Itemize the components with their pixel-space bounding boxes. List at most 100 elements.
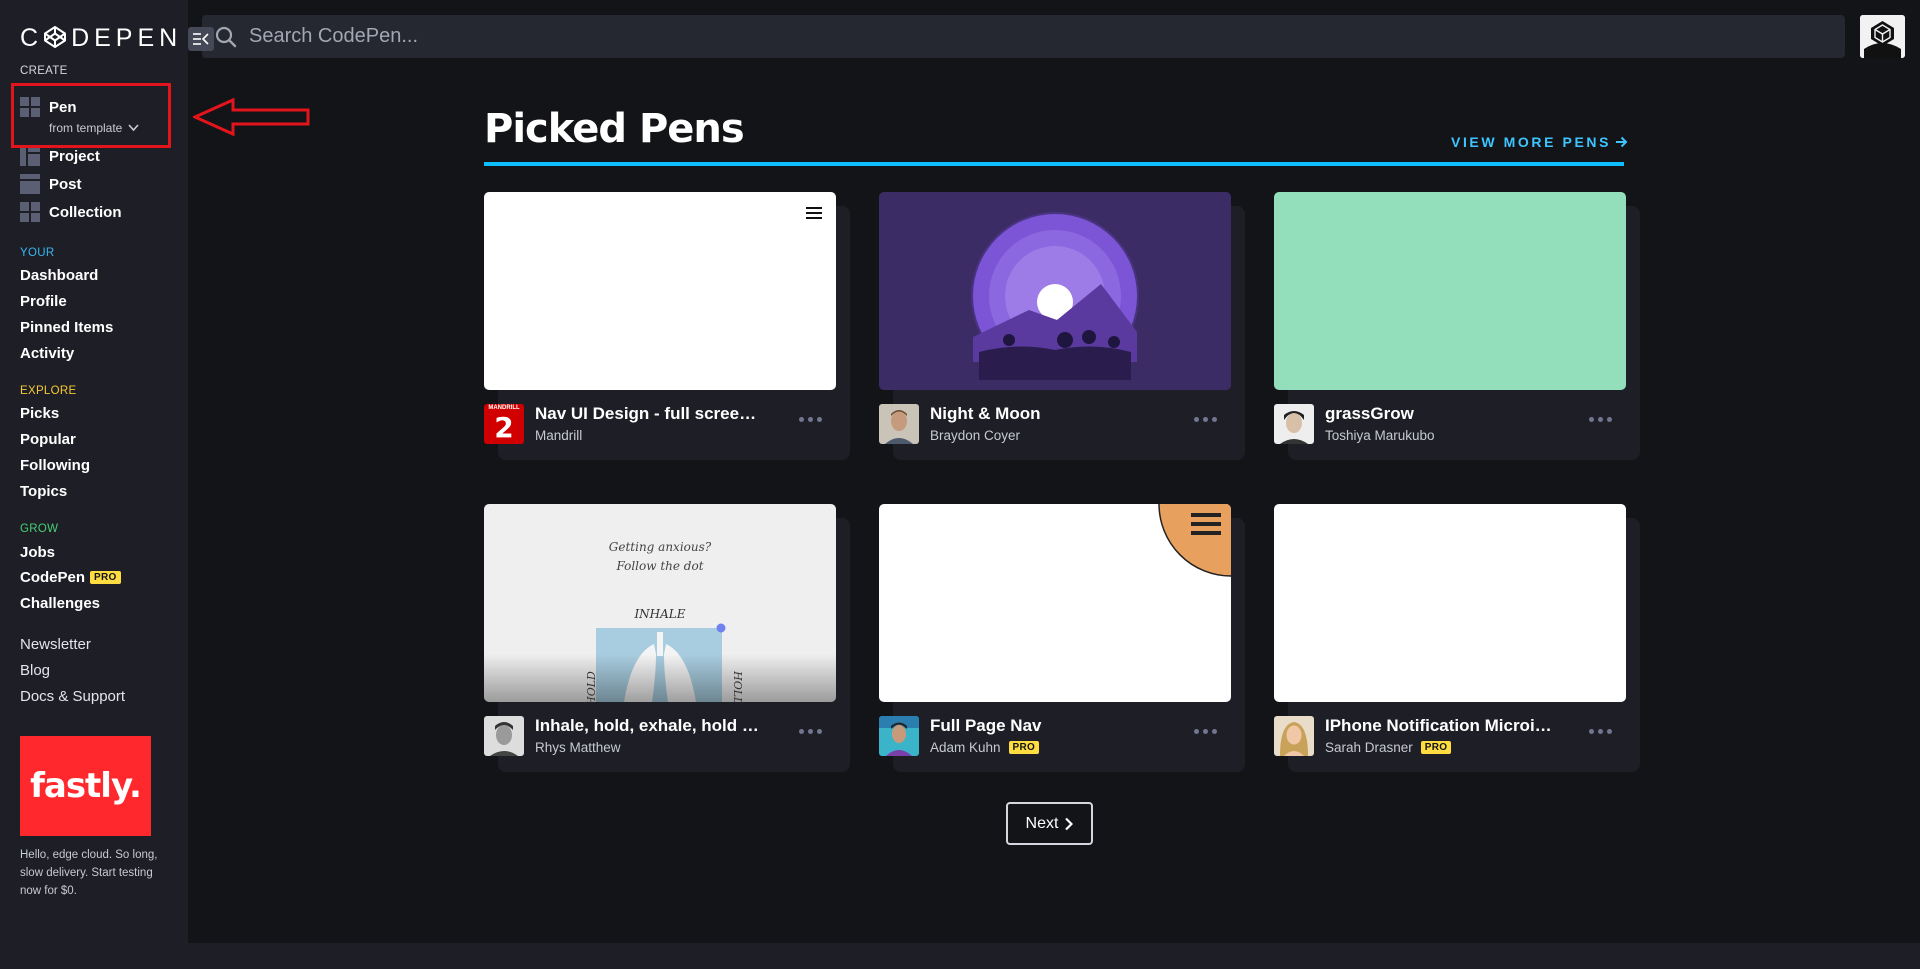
ad-text[interactable]: Hello, edge cloud. So long, slow deliver… — [20, 846, 165, 900]
author-avatar[interactable] — [879, 716, 919, 756]
dot — [1194, 416, 1199, 422]
author-photo-icon — [879, 404, 919, 444]
more-options-button[interactable] — [799, 726, 825, 736]
chevron-right-icon — [1065, 817, 1074, 830]
sidebar-item-profile[interactable]: Profile — [20, 293, 67, 310]
hamburger-menu-icon — [806, 207, 822, 219]
more-options-button[interactable] — [1194, 414, 1220, 424]
author-name[interactable]: Sarah Drasner — [1325, 740, 1413, 755]
pen-title[interactable]: grassGrow — [1325, 404, 1555, 424]
pen-title[interactable]: Full Page Nav — [930, 716, 1160, 736]
more-options-button[interactable] — [1589, 726, 1615, 736]
title-underline — [484, 162, 1624, 166]
dot — [1212, 416, 1217, 422]
search-bar[interactable] — [202, 15, 1845, 58]
pen-preview[interactable] — [879, 504, 1231, 702]
user-avatar[interactable] — [1860, 15, 1905, 58]
pen-card[interactable]: IPhone Notification Microin... Sarah Dra… — [1274, 504, 1640, 772]
pen-preview[interactable]: Getting anxious? Follow the dot INHALE H… — [484, 504, 836, 702]
author-photo-icon — [484, 716, 524, 756]
pen-author[interactable]: Rhys Matthew — [535, 740, 621, 755]
author-photo-icon — [1274, 404, 1314, 444]
sidebar-item-pinned-items[interactable]: Pinned Items — [20, 319, 113, 336]
author-name[interactable]: Adam Kuhn — [930, 740, 1001, 755]
dot — [799, 416, 804, 422]
sidebar-item-popular[interactable]: Popular — [20, 431, 76, 448]
dot — [1598, 728, 1603, 734]
pen-card[interactable]: Full Page Nav Adam Kuhn PRO — [879, 504, 1245, 772]
explore-section-label: EXPLORE — [20, 385, 77, 397]
pen-title[interactable]: IPhone Notification Microin... — [1325, 716, 1555, 736]
search-icon — [215, 26, 237, 47]
more-options-button[interactable] — [1589, 414, 1615, 424]
dot — [1203, 416, 1208, 422]
next-page-button[interactable]: Next — [1006, 802, 1093, 845]
collapse-sidebar-icon — [193, 33, 209, 45]
pen-title[interactable]: Inhale, hold, exhale, hold an... — [535, 716, 765, 736]
user-avatar-icon — [1860, 15, 1905, 58]
sidebar-item-post[interactable]: Post — [20, 173, 82, 195]
pro-badge: PRO — [1008, 741, 1040, 754]
logo-text-rest: DEPEN — [71, 24, 183, 52]
author-photo-icon — [879, 716, 919, 756]
pen-card[interactable]: MANDRILL 2 Nav UI Design - full screen v… — [484, 192, 850, 460]
breathing-lungs-illustration — [484, 623, 836, 702]
sidebar-item-collection[interactable]: Collection — [20, 201, 122, 223]
sidebar-item-dashboard[interactable]: Dashboard — [20, 267, 98, 284]
pen-preview[interactable] — [484, 192, 836, 390]
pen-author[interactable]: Braydon Coyer — [930, 428, 1020, 443]
post-icon — [20, 174, 40, 194]
fastly-ad-logo[interactable]: fastly. — [20, 736, 151, 836]
project-icon — [20, 146, 40, 166]
your-section-label: YOUR — [20, 247, 55, 259]
sidebar-item-newsletter[interactable]: Newsletter — [20, 636, 91, 653]
sidebar-item-challenges[interactable]: Challenges — [20, 595, 100, 612]
pen-author[interactable]: Toshiya Marukubo — [1325, 428, 1435, 443]
collapse-sidebar-button[interactable] — [188, 27, 214, 51]
more-options-button[interactable] — [799, 414, 825, 424]
dot — [799, 728, 804, 734]
sidebar-item-following[interactable]: Following — [20, 457, 90, 474]
sidebar-item-project[interactable]: Project — [20, 145, 100, 167]
dot — [808, 728, 813, 734]
sidebar-item-picks[interactable]: Picks — [20, 405, 59, 422]
pen-preview[interactable] — [1274, 504, 1626, 702]
pen-title[interactable]: Nav UI Design - full screen v... — [535, 404, 765, 424]
codepen-logo[interactable]: C DEPEN — [20, 24, 182, 53]
pen-preview[interactable] — [1274, 192, 1626, 390]
sidebar-item-blog[interactable]: Blog — [20, 662, 50, 679]
pen-card[interactable]: Night & Moon Braydon Coyer — [879, 192, 1245, 460]
dot — [1212, 728, 1217, 734]
author-avatar[interactable]: MANDRILL 2 — [484, 404, 524, 444]
dot — [1194, 728, 1199, 734]
pen-card[interactable]: grassGrow Toshiya Marukubo — [1274, 192, 1640, 460]
author-avatar[interactable] — [879, 404, 919, 444]
pen-card[interactable]: Getting anxious? Follow the dot INHALE H… — [484, 504, 850, 772]
more-options-button[interactable] — [1194, 726, 1220, 736]
search-input[interactable] — [249, 25, 1749, 48]
page-title: Picked Pens — [484, 106, 745, 152]
sidebar-item-topics[interactable]: Topics — [20, 483, 67, 500]
author-avatar[interactable] — [1274, 404, 1314, 444]
sidebar-item-activity[interactable]: Activity — [20, 345, 74, 362]
pro-badge: PRO — [90, 571, 121, 584]
author-avatar[interactable] — [484, 716, 524, 756]
pen-preview[interactable] — [879, 192, 1231, 390]
sidebar-item-docs-support[interactable]: Docs & Support — [20, 688, 125, 705]
pen-title[interactable]: Night & Moon — [930, 404, 1160, 424]
pro-badge: PRO — [1420, 741, 1452, 754]
author-avatar[interactable] — [1274, 716, 1314, 756]
pen-author: Sarah Drasner PRO — [1325, 740, 1452, 755]
view-more-label: VIEW MORE PENS — [1451, 134, 1612, 150]
dot — [1598, 416, 1603, 422]
sidebar-item-jobs[interactable]: Jobs — [20, 544, 55, 561]
sidebar-item-label: CodePen — [20, 569, 86, 586]
dot — [1589, 416, 1594, 422]
pen-author[interactable]: Mandrill — [535, 428, 582, 443]
view-more-pens-link[interactable]: VIEW MORE PENS — [1451, 134, 1628, 150]
sidebar-item-codepen-pro[interactable]: CodePen PRO — [20, 569, 121, 586]
pen-author: Adam Kuhn PRO — [930, 740, 1040, 755]
dot — [1589, 728, 1594, 734]
orange-corner-menu-illustration — [1158, 504, 1231, 577]
create-section-label: CREATE — [20, 65, 68, 77]
